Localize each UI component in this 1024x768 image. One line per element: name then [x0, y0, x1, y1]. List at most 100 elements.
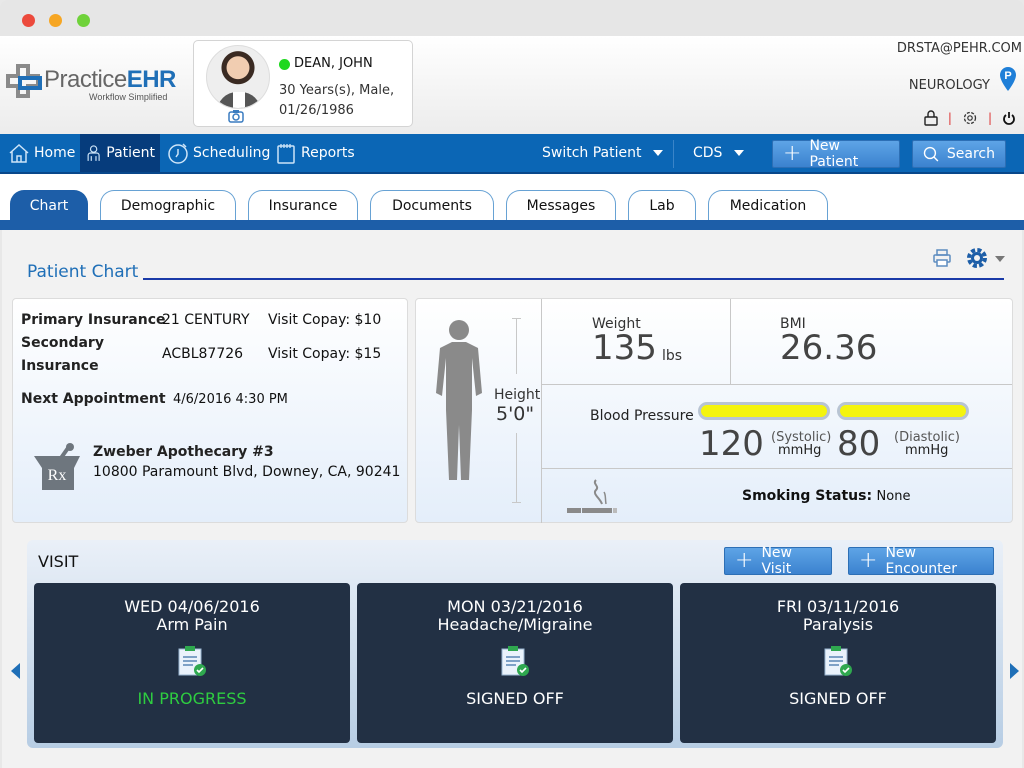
next-appointment-label: Next Appointment — [21, 391, 166, 407]
visit-reason: Arm Pain — [156, 615, 228, 634]
secondary-insurance-label-2: Insurance — [21, 358, 99, 374]
visit-prev-arrow[interactable] — [11, 663, 20, 679]
divider — [541, 468, 1012, 469]
nav-reports-label: Reports — [301, 145, 355, 161]
svg-text:P: P — [1004, 70, 1011, 82]
tab-documents[interactable]: Documents — [370, 190, 494, 221]
location-pin-icon[interactable]: P — [999, 66, 1017, 92]
patient-age-sex: 30 Years(s), Male, — [279, 83, 395, 98]
next-appointment-value[interactable]: 4/6/2016 4:30 PM — [173, 392, 288, 407]
brand-name: PracticeEHR — [44, 66, 176, 93]
nav-patient-label: Patient — [106, 145, 155, 161]
height-value: 5'0" — [496, 403, 535, 425]
systolic-unit: mmHg — [778, 443, 822, 458]
user-email[interactable]: DRSTA@PEHR.COM — [897, 41, 1022, 56]
visit-card[interactable]: WED 04/06/2016 Arm Pain IN PROGRESS — [34, 583, 350, 743]
tab-insurance[interactable]: Insurance — [248, 190, 358, 221]
header-actions: | | — [924, 110, 1016, 126]
search-icon — [923, 146, 939, 162]
blood-pressure-label: Blood Pressure — [590, 408, 694, 424]
tab-demographic[interactable]: Demographic — [100, 190, 236, 221]
visit-date: FRI 03/11/2016 — [776, 597, 900, 616]
logo-cross-icon — [6, 64, 42, 98]
patient-demographics: 30 Years(s), Male, 01/26/1986 — [279, 81, 409, 121]
app-header: PracticeEHR Workflow Simplified DEAN, JO… — [0, 36, 1024, 134]
patient-avatar[interactable] — [206, 45, 270, 109]
diastolic-unit: mmHg — [905, 443, 949, 458]
secondary-insurance-label-1: Secondary — [21, 335, 104, 351]
new-visit-button[interactable]: + New Visit — [724, 545, 832, 577]
patient-icon — [87, 145, 100, 161]
diastolic-indicator-bar — [837, 402, 969, 420]
search-button[interactable]: Search — [912, 140, 1006, 168]
gear-icon[interactable] — [965, 246, 989, 270]
smoking-status: Smoking Status: None — [742, 488, 910, 504]
nav-home[interactable]: Home — [3, 134, 80, 172]
primary-insurance-value: 21 CENTURY — [162, 312, 250, 328]
department-label[interactable]: NEUROLOGY — [909, 78, 990, 93]
settings-dropdown-caret[interactable] — [995, 256, 1005, 262]
settings-icon[interactable] — [962, 110, 978, 126]
main-navbar: Home Patient Scheduling Reports Switch P… — [0, 134, 1024, 174]
tab-chart[interactable]: Chart — [10, 190, 88, 221]
smoking-status-label: Smoking Status: — [742, 488, 873, 504]
new-patient-button[interactable]: + New Patient — [772, 138, 900, 170]
nav-patient[interactable]: Patient — [80, 134, 160, 172]
primary-insurance-label: Primary Insurance — [21, 312, 166, 328]
tab-messages[interactable]: Messages — [506, 190, 616, 221]
power-icon[interactable] — [1002, 111, 1016, 126]
bmi-value: 26.36 — [780, 328, 878, 368]
cds-dropdown[interactable]: CDS — [693, 134, 745, 172]
clock-icon — [168, 143, 188, 164]
visit-card[interactable]: FRI 03/11/2016 Paralysis SIGNED OFF — [680, 583, 996, 743]
print-icon[interactable] — [932, 248, 952, 268]
new-patient-label: New Patient — [809, 138, 859, 170]
new-visit-label: New Visit — [761, 545, 792, 577]
svg-text:Rx: Rx — [48, 467, 67, 484]
secondary-copay: Visit Copay: $15 — [268, 346, 382, 362]
visit-status: SIGNED OFF — [789, 689, 887, 708]
nav-reports[interactable]: Reports — [270, 134, 360, 172]
systolic-value: 120 — [699, 424, 764, 464]
ruler-tick — [512, 502, 521, 503]
switch-patient-label: Switch Patient — [542, 145, 642, 161]
visit-next-arrow[interactable] — [1010, 663, 1019, 679]
close-window-button[interactable] — [22, 14, 35, 27]
cds-label: CDS — [693, 145, 723, 161]
weight-value: 135 — [592, 328, 657, 368]
minimize-window-button[interactable] — [49, 14, 62, 27]
smoking-status-value: None — [876, 489, 911, 504]
clipboard-check-icon — [178, 646, 206, 676]
primary-copay: Visit Copay: $10 — [268, 312, 382, 328]
lock-icon[interactable] — [924, 110, 938, 126]
page-title: Patient Chart — [27, 262, 139, 282]
tab-underline — [0, 220, 1024, 230]
title-underline — [143, 278, 1004, 280]
secondary-insurance-value: ACBL87726 — [162, 346, 244, 362]
plus-icon: + — [783, 141, 802, 166]
pharmacy-address: 10800 Paramount Blvd, Downey, CA, 90241 — [93, 464, 401, 480]
divider: | — [987, 111, 992, 125]
camera-icon[interactable] — [228, 109, 244, 123]
practice-ehr-logo[interactable]: PracticeEHR Workflow Simplified — [6, 62, 186, 112]
pharmacy-name[interactable]: Zweber Apothecary #3 — [93, 444, 274, 460]
patient-summary-card: DEAN, JOHN 30 Years(s), Male, 01/26/1986 — [193, 40, 413, 127]
new-encounter-button[interactable]: + New Encounter — [848, 545, 994, 577]
divider: | — [947, 111, 952, 125]
weight-unit: lbs — [662, 348, 683, 364]
brand-tagline: Workflow Simplified — [89, 92, 168, 102]
calendar-icon — [277, 144, 295, 164]
divider — [673, 140, 674, 168]
new-encounter-label: New Encounter — [885, 545, 958, 577]
visit-status: IN PROGRESS — [137, 689, 247, 708]
ruler-tick — [512, 318, 521, 319]
divider — [730, 299, 731, 384]
tab-lab[interactable]: Lab — [628, 190, 696, 221]
home-icon — [9, 143, 29, 163]
diastolic-value: 80 — [837, 424, 881, 464]
switch-patient-dropdown[interactable]: Switch Patient — [542, 134, 664, 172]
maximize-window-button[interactable] — [77, 14, 90, 27]
tab-medication[interactable]: Medication — [708, 190, 828, 221]
visit-card[interactable]: MON 03/21/2016 Headache/Migraine SIGNED … — [357, 583, 673, 743]
nav-scheduling[interactable]: Scheduling — [162, 134, 275, 172]
